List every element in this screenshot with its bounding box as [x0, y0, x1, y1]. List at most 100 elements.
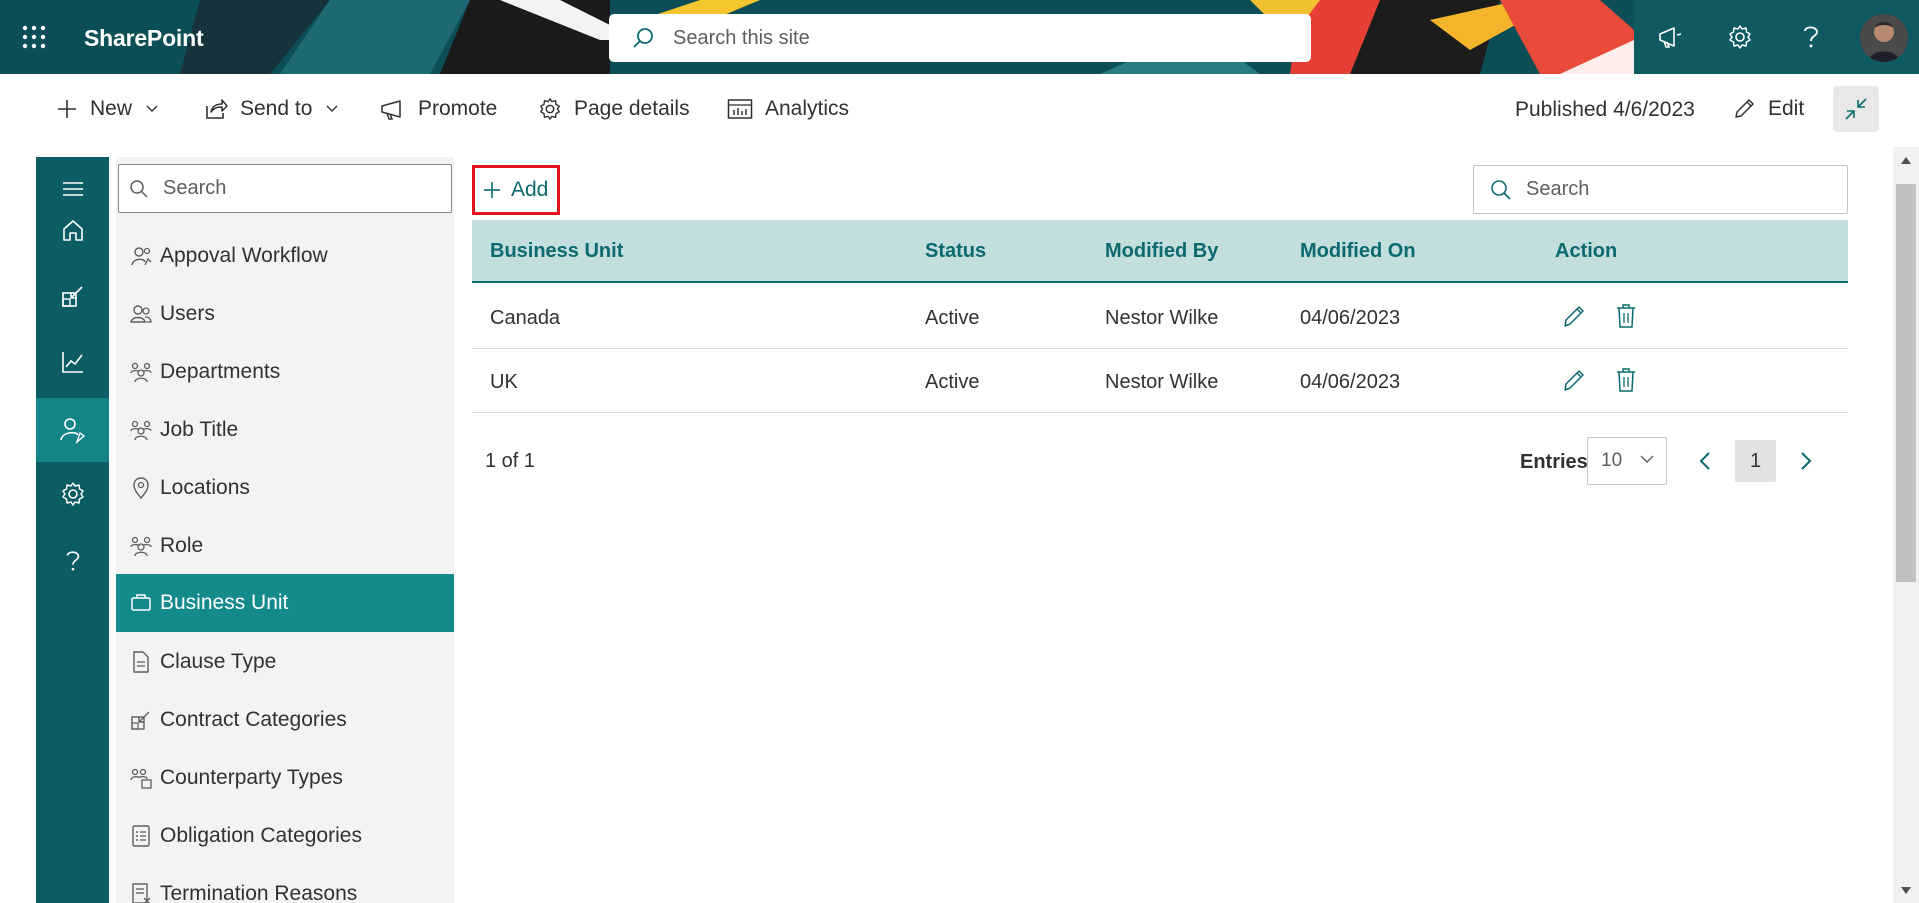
page-number-button[interactable]: 1 — [1735, 440, 1776, 482]
nav-search-placeholder: Search — [163, 177, 227, 199]
page-details-label: Page details — [574, 97, 690, 120]
nav-item-termination-reasons[interactable]: Termination Reasons — [116, 865, 454, 903]
termination-icon — [130, 883, 152, 903]
cell-modified-on: 04/06/2023 — [1300, 307, 1401, 329]
location-pin-icon — [130, 477, 152, 499]
share-icon — [206, 99, 228, 119]
cell-modified-by: Nestor Wilke — [1105, 307, 1219, 329]
trash-icon — [1617, 304, 1635, 328]
cell-business-unit: UK — [490, 371, 518, 393]
column-header-modified-by[interactable]: Modified By — [1105, 240, 1218, 263]
nav-item-label: Appoval Workflow — [160, 244, 328, 267]
contracts-icon — [61, 286, 83, 307]
entries-select[interactable]: 10 — [1587, 437, 1667, 485]
scroll-up-button[interactable] — [1893, 147, 1919, 173]
plus-icon — [484, 182, 500, 198]
edit-row-button[interactable] — [1560, 301, 1588, 331]
cell-business-unit: Canada — [490, 307, 561, 329]
analytics-icon — [61, 352, 83, 373]
brand-link[interactable]: SharePoint — [84, 25, 204, 52]
job-title-icon — [130, 419, 152, 441]
column-header-action: Action — [1555, 240, 1618, 262]
page-details-button[interactable]: Page details — [538, 94, 690, 124]
nav-item-users[interactable]: Users — [116, 285, 454, 343]
nav-item-label: Termination Reasons — [160, 882, 358, 903]
waffle-icon — [22, 25, 46, 49]
nav-item-locations[interactable]: Locations — [116, 459, 454, 517]
app-launcher-button[interactable] — [14, 17, 54, 57]
table-search-placeholder: Search — [1526, 178, 1590, 200]
edit-label: Edit — [1768, 97, 1805, 120]
published-status: Published 4/6/2023 — [1515, 98, 1695, 121]
rail-home-button[interactable] — [36, 198, 109, 262]
entries-label: Entries — [1520, 451, 1588, 473]
contract-categories-icon — [130, 709, 152, 731]
entries-value: 10 — [1601, 450, 1623, 471]
scroll-down-button[interactable] — [1893, 877, 1919, 903]
app-rail — [36, 157, 109, 903]
gear-icon — [61, 482, 84, 506]
rail-analytics-button[interactable] — [36, 330, 109, 394]
rail-help-button[interactable] — [36, 529, 109, 593]
collapse-icon — [1845, 98, 1867, 120]
nav-item-clause-type[interactable]: Clause Type — [116, 633, 454, 691]
rail-contracts-button[interactable] — [36, 264, 109, 328]
nav-item-appoval-workflow[interactable]: Appoval Workflow — [116, 227, 454, 285]
nav-item-contract-categories[interactable]: Contract Categories — [116, 691, 454, 749]
nav-item-business-unit[interactable]: Business Unit — [116, 574, 454, 632]
nav-item-counterparty-types[interactable]: Counterparty Types — [116, 749, 454, 807]
counterparty-icon — [130, 767, 152, 789]
delete-row-button[interactable] — [1612, 365, 1640, 395]
scrollbar-thumb[interactable] — [1896, 184, 1916, 582]
add-label: Add — [511, 178, 549, 201]
nav-item-obligation-categories[interactable]: Obligation Categories — [116, 807, 454, 865]
column-header-business-unit[interactable]: Business Unit — [490, 240, 623, 263]
news-button[interactable] — [1652, 19, 1688, 55]
column-header-status[interactable]: Status — [925, 240, 986, 263]
settings-button[interactable] — [1722, 19, 1758, 55]
nav-item-job-title[interactable]: Job Title — [116, 401, 454, 459]
analytics-button[interactable]: Analytics — [727, 94, 849, 124]
promote-label: Promote — [418, 97, 498, 120]
departments-icon — [130, 361, 152, 383]
nav-item-label: Counterparty Types — [160, 766, 343, 789]
pencil-icon — [1564, 306, 1584, 327]
rail-user-settings-button[interactable] — [36, 398, 109, 462]
vertical-scrollbar[interactable] — [1893, 147, 1919, 903]
delete-row-button[interactable] — [1612, 301, 1640, 331]
next-page-button[interactable] — [1791, 445, 1821, 477]
nav-item-label: Users — [160, 302, 215, 325]
megaphone-icon — [381, 100, 401, 120]
table-row: Canada Active Nestor Wilke 04/06/2023 — [472, 285, 1848, 349]
nav-item-label: Locations — [160, 476, 250, 499]
rail-settings-button[interactable] — [36, 462, 109, 526]
search-icon — [130, 179, 148, 198]
pencil-icon — [1735, 99, 1754, 118]
triangle-up-icon — [1901, 156, 1911, 164]
nav-item-departments[interactable]: Departments — [116, 343, 454, 401]
chevron-left-icon — [1699, 452, 1710, 470]
table-row: UK Active Nestor Wilke 04/06/2023 — [472, 349, 1848, 413]
edit-row-button[interactable] — [1560, 365, 1588, 395]
cell-status: Active — [925, 371, 980, 393]
briefcase-icon — [130, 592, 152, 614]
workflow-icon — [130, 245, 152, 267]
previous-page-button[interactable] — [1690, 445, 1720, 477]
collapse-button[interactable] — [1833, 86, 1879, 132]
nav-search-input[interactable]: Search — [118, 164, 452, 213]
new-button[interactable]: New — [56, 94, 158, 124]
nav-item-role[interactable]: Role — [116, 517, 454, 575]
table-search-input[interactable]: Search — [1473, 165, 1848, 214]
help-button[interactable] — [1793, 19, 1829, 55]
send-to-button[interactable]: Send to — [204, 94, 338, 124]
promote-button[interactable]: Promote — [380, 94, 497, 124]
add-button[interactable]: Add — [472, 165, 560, 215]
avatar[interactable] — [1860, 14, 1908, 62]
search-icon — [1491, 179, 1511, 200]
trash-icon — [1617, 368, 1635, 392]
send-to-label: Send to — [240, 97, 313, 120]
pencil-icon — [1564, 370, 1584, 391]
column-header-modified-on[interactable]: Modified On — [1300, 240, 1416, 263]
edit-button[interactable]: Edit — [1732, 94, 1804, 124]
site-search-box[interactable]: Search this site — [609, 14, 1311, 62]
